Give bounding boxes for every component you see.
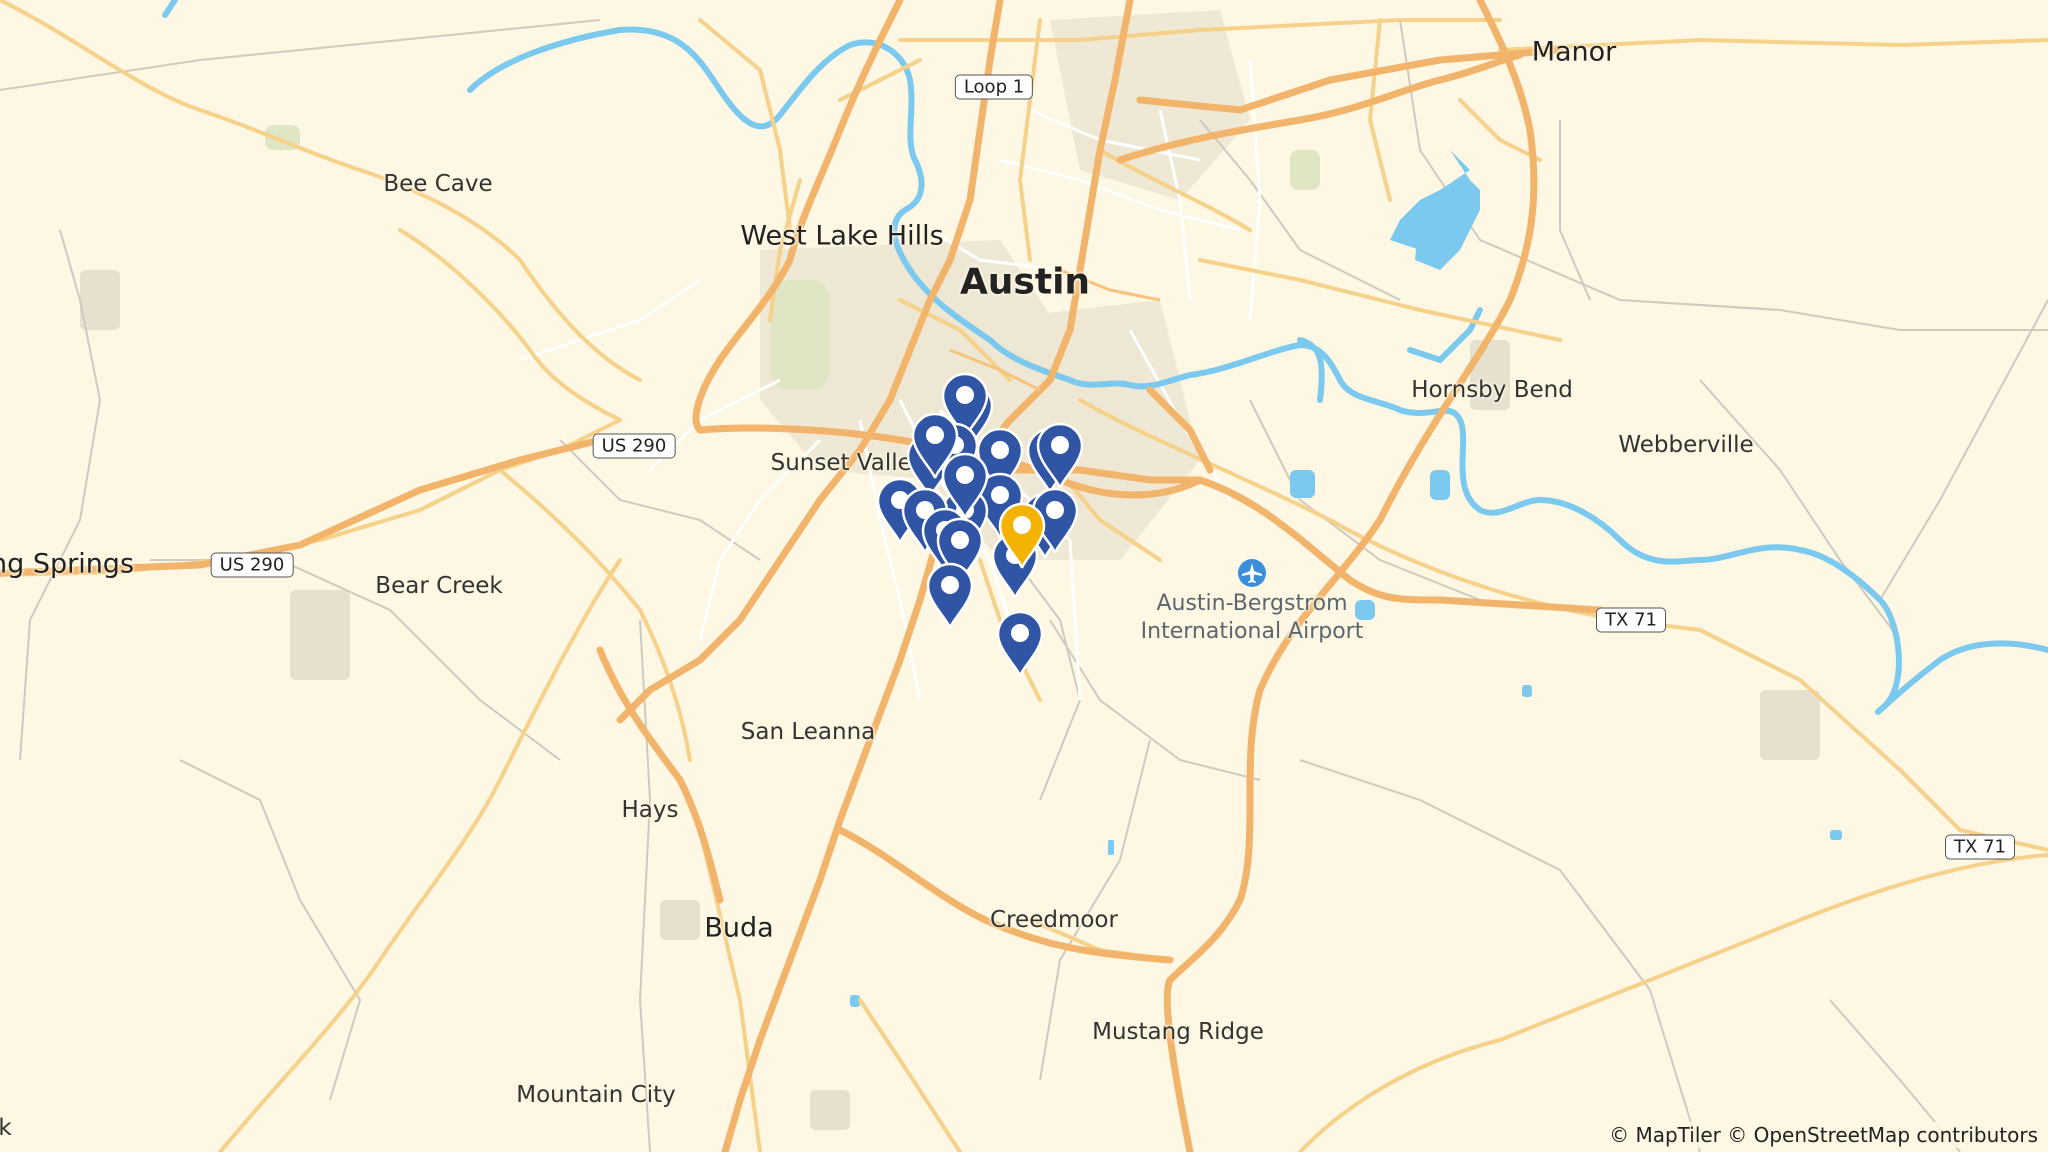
town-label: Bear Creek bbox=[375, 573, 503, 599]
airport-label-line1: Austin-Bergstrom bbox=[1156, 591, 1348, 616]
town-label: Buda bbox=[704, 912, 774, 944]
location-marker[interactable] bbox=[924, 560, 976, 630]
town-label: Manor bbox=[1531, 36, 1617, 68]
airport-label-line2: International Airport bbox=[1140, 619, 1364, 644]
airplane-icon bbox=[1238, 559, 1266, 587]
road-shield: TX 71 bbox=[1596, 607, 1666, 633]
town-label: Bee Cave bbox=[383, 171, 493, 197]
town-label: West Lake Hills bbox=[740, 220, 944, 252]
town-label: Hornsby Bend bbox=[1411, 377, 1573, 403]
road-shield: US 290 bbox=[210, 552, 294, 578]
road-shield: US 290 bbox=[592, 433, 676, 459]
town-label: Webberville bbox=[1618, 432, 1754, 458]
location-marker[interactable] bbox=[994, 608, 1046, 678]
town-label: ng Springs bbox=[0, 548, 135, 580]
map-canvas[interactable]: Manor Bee Cave West Lake Hills Austin Ho… bbox=[0, 0, 2048, 1152]
town-label: Mountain City bbox=[516, 1082, 676, 1108]
town-label: Hays bbox=[621, 797, 679, 823]
road-shield: Loop 1 bbox=[954, 74, 1034, 100]
selected-location-marker[interactable] bbox=[996, 500, 1048, 570]
town-label: Mustang Ridge bbox=[1092, 1019, 1264, 1045]
map-attribution[interactable]: © MapTiler © OpenStreetMap contributors bbox=[1605, 1122, 2042, 1148]
location-marker[interactable] bbox=[1034, 420, 1086, 490]
location-marker[interactable] bbox=[909, 410, 961, 480]
town-label: k bbox=[0, 1115, 12, 1141]
airport-label: Austin-Bergstrom International Airport bbox=[1141, 590, 1364, 646]
city-label: Austin bbox=[959, 261, 1091, 303]
town-label: San Leanna bbox=[740, 719, 876, 745]
town-label: Sunset Valley bbox=[770, 450, 926, 476]
town-label: Creedmoor bbox=[990, 907, 1118, 933]
road-shield: TX 71 bbox=[1945, 834, 2015, 860]
